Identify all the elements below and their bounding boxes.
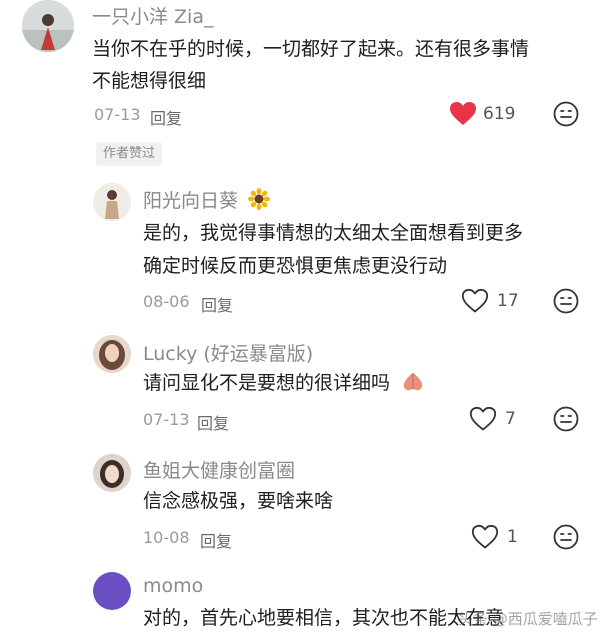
comment-text-line: 是的，我觉得事情想的太细太全面想看到更多 xyxy=(143,222,524,244)
avatar-photo-icon xyxy=(93,335,131,373)
comment-text-line: 对的，首先心地要相信，其次也不能太在意 xyxy=(143,607,505,629)
author-liked-badge: 作者赞过 xyxy=(96,142,163,166)
praying-hands-emoji-icon xyxy=(403,373,423,391)
avatar[interactable] xyxy=(93,183,131,221)
like-count: 17 xyxy=(497,291,519,311)
avatar-photo-icon xyxy=(93,454,131,492)
heart-filled-icon[interactable] xyxy=(449,101,477,127)
like-count: 1 xyxy=(507,527,518,547)
avatar-photo-icon xyxy=(22,0,74,52)
emoji-face-icon[interactable] xyxy=(553,101,579,127)
comment-username[interactable]: 鱼姐大健康创富圈 xyxy=(143,456,295,483)
avatar-photo-icon xyxy=(93,183,131,221)
reply-button[interactable]: 回复 xyxy=(201,292,233,316)
like-count: 619 xyxy=(483,104,516,124)
comment-text-line: 当你不在乎的时候，一切都好了起来。还有很多事情 xyxy=(92,38,530,60)
emoji-face-icon[interactable] xyxy=(553,524,579,550)
like-count: 7 xyxy=(505,409,516,429)
comment-text-line: 确定时候反而更恐惧更焦虑更没行动 xyxy=(143,255,448,277)
comment-text-line: 不能想得很细 xyxy=(92,70,207,92)
comment-date: 07-13 xyxy=(143,410,190,429)
comment-username[interactable]: 一只小洋 Zia_ xyxy=(92,2,213,29)
reply-button[interactable]: 回复 xyxy=(200,528,232,552)
avatar[interactable] xyxy=(93,572,131,610)
comment-date: 08-06 xyxy=(143,292,190,311)
comment-username-text: 阳光向日葵 xyxy=(143,190,239,212)
emoji-face-icon[interactable] xyxy=(553,288,579,314)
comment-username[interactable]: 阳光向日葵 xyxy=(143,186,271,213)
comment-username[interactable]: Lucky (好运暴富版) xyxy=(143,339,313,366)
avatar[interactable] xyxy=(93,454,131,492)
comment-date: 10-08 xyxy=(143,528,190,547)
heart-outline-icon[interactable] xyxy=(461,288,489,314)
avatar[interactable] xyxy=(93,335,131,373)
heart-outline-icon[interactable] xyxy=(469,406,497,432)
comment-username[interactable]: momo xyxy=(143,575,203,597)
comment-text-line: 信念感极强，要啥来啥 xyxy=(143,490,334,512)
reply-button[interactable]: 回复 xyxy=(197,410,229,434)
emoji-face-icon[interactable] xyxy=(553,406,579,432)
comment-date: 07-13 xyxy=(94,105,141,124)
sunflower-emoji-icon xyxy=(248,188,271,210)
reply-button[interactable]: 回复 xyxy=(150,105,182,129)
comment-text-line: 请问显化不是要想的很详细吗 xyxy=(143,367,426,399)
avatar[interactable] xyxy=(22,0,74,52)
watermark: 头条 @西瓜爱嗑瓜子 xyxy=(458,610,598,628)
heart-outline-icon[interactable] xyxy=(471,524,499,550)
comment-text: 请问显化不是要想的很详细吗 xyxy=(143,372,391,394)
